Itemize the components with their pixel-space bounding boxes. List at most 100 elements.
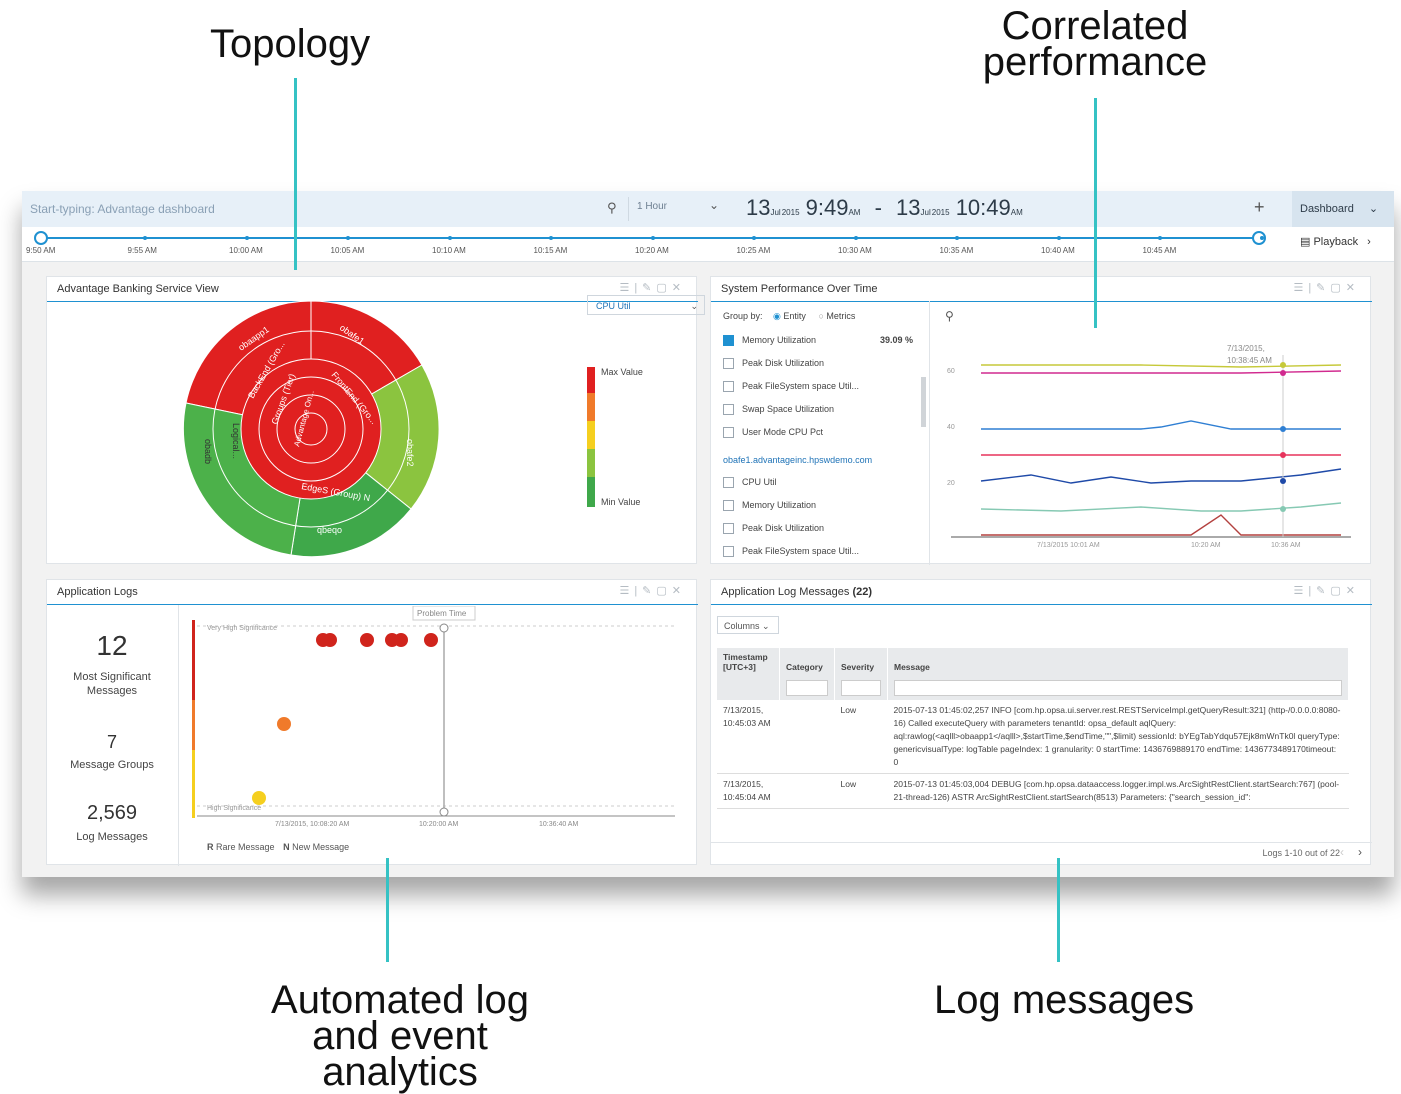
- metric-label: Peak Disk Utilization: [742, 358, 825, 368]
- timeline-tick-label: 10:35 AM: [939, 246, 974, 255]
- group-by-row: Group by: ◉ Entity ○ Metrics: [723, 311, 855, 322]
- panel-controls[interactable]: ☰|✎▢✕: [1293, 584, 1360, 597]
- panel-divider: [47, 604, 698, 605]
- x-tick: 10:20:00 AM: [419, 821, 458, 828]
- log-event-point[interactable]: [360, 633, 374, 647]
- x-tick: 10:36:40 AM: [539, 821, 578, 828]
- radio-metrics[interactable]: ○ Metrics: [818, 311, 855, 321]
- panel-controls[interactable]: ☰|✎▢✕: [619, 281, 686, 294]
- filter-cell: [779, 676, 835, 700]
- checkbox[interactable]: [723, 358, 734, 370]
- col-severity[interactable]: Severity: [834, 648, 888, 676]
- checkbox[interactable]: [723, 427, 734, 439]
- metric-select[interactable]: CPU Util ⌄: [587, 295, 705, 315]
- search-input[interactable]: Start-typing: Advantage dashboard: [30, 197, 630, 221]
- host-metric-item[interactable]: Peak Disk Utilization: [723, 523, 824, 535]
- log-messages-label: Log Messages: [76, 831, 148, 843]
- divider: [628, 197, 629, 221]
- metric-item[interactable]: User Mode CPU Pct: [723, 427, 913, 439]
- scrollbar[interactable]: [921, 377, 926, 427]
- series-point: [1280, 362, 1286, 368]
- from-time: 9:49: [805, 195, 849, 220]
- sunburst-label: obafe2: [405, 439, 415, 467]
- checkbox[interactable]: [723, 381, 734, 393]
- checkbox[interactable]: [723, 546, 734, 558]
- legend-max-label: Max Value: [601, 367, 643, 377]
- timeline-start-handle[interactable]: [34, 231, 48, 245]
- top-bar: Start-typing: Advantage dashboard ⚲ 1 Ho…: [22, 191, 1394, 228]
- log-significance-chart[interactable]: Very High Significance High Significance…: [187, 606, 687, 866]
- host-metric-item[interactable]: CPU Util: [723, 477, 777, 489]
- checkbox[interactable]: [723, 523, 734, 535]
- dashboard-window: Start-typing: Advantage dashboard ⚲ 1 Ho…: [22, 191, 1394, 877]
- problem-time-handle[interactable]: [439, 807, 449, 817]
- date-range[interactable]: 13Jul2015 9:49AM - 13Jul2015 10:49AM: [746, 195, 1023, 221]
- message-filter-input[interactable]: [894, 680, 1342, 696]
- add-icon[interactable]: +: [1254, 197, 1265, 218]
- time-range-select[interactable]: 1 Hour: [637, 201, 667, 212]
- col-message[interactable]: Message: [887, 648, 1349, 676]
- panel-title-text: Application Log Messages: [721, 586, 850, 598]
- log-event-point[interactable]: [394, 633, 408, 647]
- callout-topology: Topology: [210, 22, 371, 66]
- col-timestamp[interactable]: Timestamp [UTC+3]: [717, 648, 780, 676]
- series-point: [1280, 506, 1286, 512]
- columns-button[interactable]: Columns ⌄: [717, 616, 779, 634]
- table-row[interactable]: 7/13/2015, 10:45:04 AM Low 2015-07-13 01…: [717, 773, 1349, 809]
- most-significant-label: Most Significant Messages: [73, 671, 151, 697]
- search-icon[interactable]: ⚲: [607, 200, 617, 216]
- chevron-left-icon[interactable]: ‹: [1340, 845, 1344, 859]
- panel-controls[interactable]: ☰|✎▢✕: [1293, 281, 1360, 294]
- tooltip-time: 10:38:45 AM: [1227, 356, 1272, 365]
- to-month: Jul: [920, 208, 931, 217]
- playback-button[interactable]: ▤ Playback ›: [1300, 235, 1371, 248]
- metric-label: Memory Utilization: [742, 335, 817, 345]
- category-filter-input[interactable]: [786, 680, 828, 696]
- host-metric-item[interactable]: Memory Utilization: [723, 500, 816, 512]
- problem-time-handle[interactable]: [439, 623, 449, 633]
- sunburst-label: obadb: [203, 439, 213, 464]
- log-event-point[interactable]: [252, 791, 266, 805]
- timeline-tick-label: 10:20 AM: [635, 246, 669, 255]
- radio-entity[interactable]: ◉ Entity: [773, 311, 806, 321]
- sunburst-chart[interactable]: obaapp1 obafe1 BackEnd (Gro... FrontEnd …: [181, 301, 441, 561]
- most-significant-count[interactable]: 12: [47, 630, 177, 662]
- severity-filter-input[interactable]: [841, 680, 881, 696]
- checkbox[interactable]: [723, 477, 734, 489]
- col-category[interactable]: Category: [779, 648, 835, 676]
- to-time: 10:49: [955, 195, 1011, 220]
- metric-item[interactable]: Swap Space Utilization: [723, 404, 913, 416]
- checkbox[interactable]: [723, 335, 734, 347]
- severity-bar: [192, 750, 195, 818]
- metric-item[interactable]: Memory Utilization 39.09 %: [723, 335, 913, 347]
- timeline-tick-dot: [853, 236, 858, 240]
- checkbox[interactable]: [723, 404, 734, 416]
- checkbox[interactable]: [723, 500, 734, 512]
- tooltip-date: 7/13/2015,: [1227, 344, 1265, 353]
- application-logs-panel: Application Logs ☰|✎▢✕ 12 Most Significa…: [46, 579, 698, 866]
- host-link[interactable]: obafe1.advantageinc.hpswdemo.com: [723, 455, 872, 465]
- from-month: Jul: [770, 208, 781, 217]
- dashboard-menu-button[interactable]: Dashboard ⌄: [1292, 191, 1394, 227]
- x-tick: 7/13/2015 10:01 AM: [1037, 542, 1100, 549]
- metric-item[interactable]: Peak Disk Utilization: [723, 358, 913, 370]
- log-event-point[interactable]: [424, 633, 438, 647]
- chevron-down-icon[interactable]: ⌄: [709, 198, 719, 212]
- chevron-right-icon[interactable]: ›: [1358, 845, 1362, 859]
- log-event-point[interactable]: [277, 717, 291, 731]
- filter-row: [717, 676, 1349, 700]
- x-tick: 7/13/2015, 10:08:20 AM: [275, 821, 350, 828]
- metric-item[interactable]: Peak FileSystem space Util...: [723, 381, 913, 393]
- play-icon: ▤: [1300, 236, 1311, 248]
- performance-line-chart[interactable]: 60 40 20 7/13/2015, 10:38:45 AM 7/13/2015 10:…: [941, 315, 1361, 565]
- host-metric-item[interactable]: Peak FileSystem space Util...: [723, 546, 859, 558]
- timeline-slider[interactable]: 9:50 AM 9:55 AM 10:00 AM 10:05 AM 10:10 AM 10…: [22, 227, 1394, 262]
- log-messages-count[interactable]: 2,569: [47, 802, 177, 825]
- performance-panel: System Performance Over Time ☰|✎▢✕ Group…: [710, 276, 1372, 565]
- panel-controls[interactable]: ☰|✎▢✕: [619, 584, 686, 597]
- cell-severity: Low: [834, 773, 888, 809]
- log-event-point[interactable]: [323, 633, 337, 647]
- message-groups-count[interactable]: 7: [47, 732, 177, 753]
- timeline-tick-label: 10:45 AM: [1142, 246, 1177, 255]
- table-row[interactable]: 7/13/2015, 10:45:03 AM Low 2015-07-13 01…: [717, 700, 1349, 774]
